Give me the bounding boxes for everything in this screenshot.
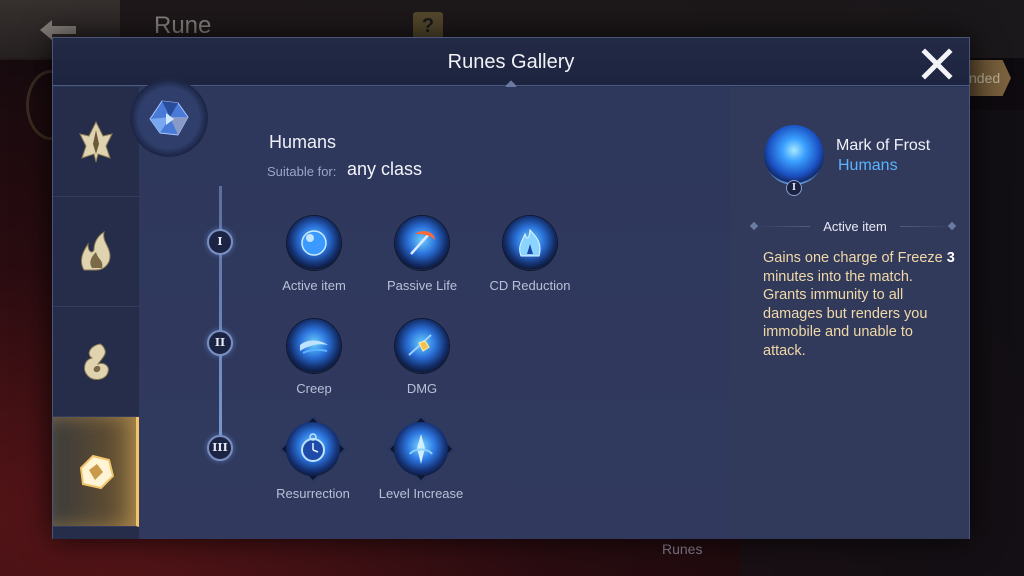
rune-orb [395, 319, 449, 373]
rune-diamond [279, 415, 347, 483]
wave-slash-icon [300, 340, 328, 354]
rune-resurrection[interactable]: Resurrection [258, 415, 368, 501]
tier-badge-1: I [207, 229, 233, 255]
sidebar-tab-4[interactable] [53, 417, 139, 527]
rune-label: Creep [296, 381, 332, 396]
rune-description: Gains one charge of Freeze 3 minutes int… [763, 249, 959, 360]
faction-name: Humans [269, 132, 337, 152]
rune-passive-life[interactable]: Passive Life [367, 216, 477, 293]
close-button[interactable] [919, 46, 955, 82]
swirl-icon [84, 342, 109, 380]
close-icon [921, 48, 953, 80]
frost-orb-icon [301, 230, 327, 256]
pocket-watch-icon [301, 433, 325, 462]
rune-cd-reduction[interactable]: CD Reduction [475, 216, 585, 293]
rune-label: DMG [406, 381, 438, 396]
tier-badge-2: II [207, 330, 233, 356]
background-runes-label: Runes [662, 541, 703, 557]
humans-faction-icon [130, 79, 208, 157]
modal-header: Runes Gallery [53, 38, 969, 92]
scythe-icon [410, 231, 435, 255]
rune-creep[interactable]: Creep [259, 319, 369, 396]
tier-badge-3: III [207, 435, 233, 461]
suitable-for-label: Suitable for: [267, 164, 337, 179]
energy-beam-icon [409, 434, 433, 464]
rune-active-item[interactable]: Active item [259, 216, 369, 293]
rune-label: Resurrection [276, 486, 350, 501]
rune-dmg[interactable]: DMG [367, 319, 477, 396]
sidebar-tab-1[interactable] [53, 87, 139, 197]
rune-label: Active item [282, 278, 346, 293]
flame-icon [81, 230, 111, 270]
description-number: 3 [946, 250, 955, 266]
description-text-2: minutes into the match. Grants immunity … [763, 268, 928, 359]
rune-label: CD Reduction [489, 278, 571, 293]
background-page-title: Rune [154, 12, 212, 39]
tier-connector-line [219, 186, 222, 448]
rune-diamond [387, 415, 455, 483]
golden-gem-icon [408, 334, 432, 356]
selected-rune-icon [764, 125, 824, 185]
crystal-icon [79, 454, 114, 489]
rune-orb [395, 216, 449, 270]
crystal-cluster-icon [149, 100, 189, 136]
sidebar-tab-3[interactable] [53, 307, 139, 417]
rune-label: Passive Life [386, 278, 458, 293]
rune-category-tag: Active item [810, 218, 900, 236]
selected-rune-tier: I [786, 180, 802, 196]
selected-rune-name: Mark of Frost [836, 137, 931, 154]
rune-orb [287, 216, 341, 270]
spiky-leaf-icon [79, 120, 113, 162]
selected-rune-faction: Humans [838, 157, 898, 174]
rune-label: Level Increase [378, 486, 464, 501]
modal-title: Runes Gallery [447, 51, 575, 73]
sidebar-tab-2[interactable] [53, 197, 139, 307]
rune-orb [287, 319, 341, 373]
rune-level-increase[interactable]: Level Increase [366, 415, 476, 501]
blue-flame-icon [519, 228, 541, 257]
faction-sidebar [53, 87, 139, 539]
suitable-for-value: any class [347, 159, 423, 179]
rune-orb [503, 216, 557, 270]
help-button[interactable]: ? [413, 12, 443, 40]
description-text-1: Gains one charge of Freeze [763, 250, 947, 266]
